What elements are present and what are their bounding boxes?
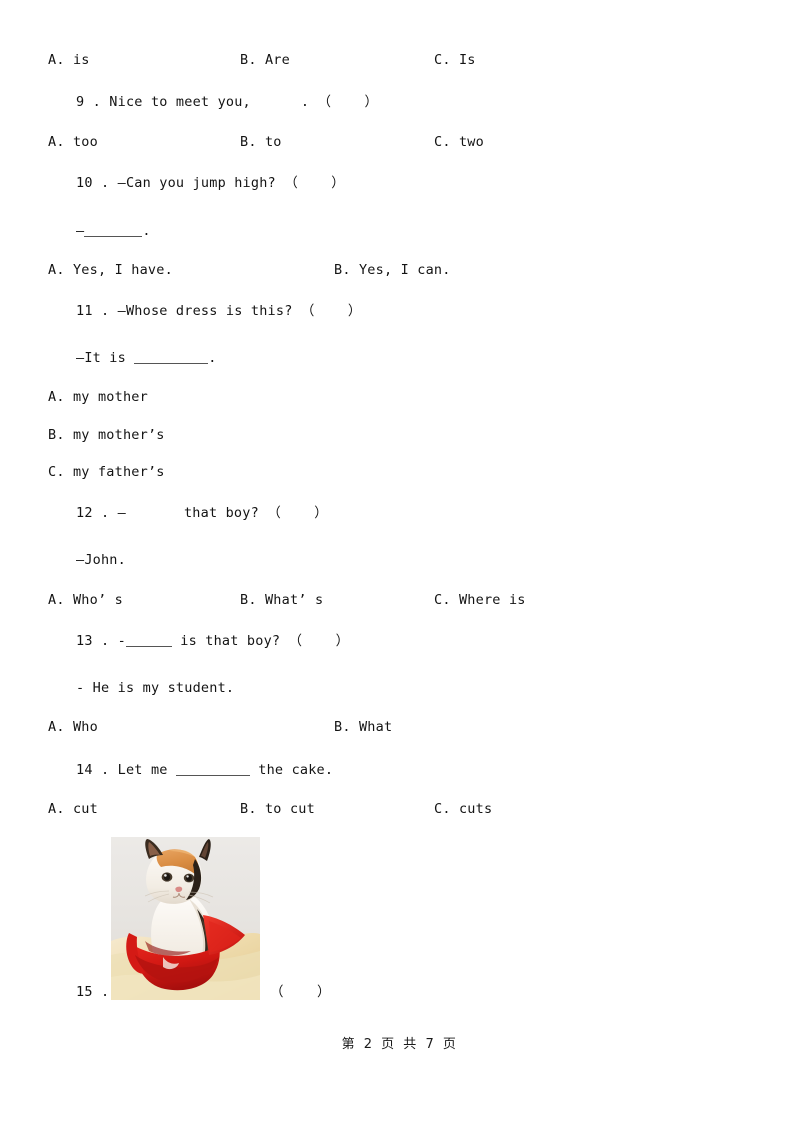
question-stem-11: 11 . —Whose dress is this? （ ） [76,303,362,319]
option-a: A. too [48,134,98,150]
answer-line-11-before: —It is [76,350,126,366]
fill-in-blank [134,352,209,364]
question-marker-15: （ ） [270,984,331,1000]
option-c: C. Is [434,52,476,68]
option-a: A. Who’ s [48,592,123,608]
option-a: A. is [48,52,90,68]
question-stem-12-after: that boy? （ ） [183,505,328,521]
fill-in-blank [125,635,172,647]
answer-line-11-after: . [208,350,217,366]
answer-line-10: —. [76,223,151,239]
question-stem-9-before: 9 . Nice to meet you, [76,94,251,110]
question-stem-12-before: 12 . — [76,505,126,521]
option-c: C. my father’s [48,464,165,480]
question-stem-13-after: is that boy? （ ） [180,633,350,649]
exam-page: A. is B. Are C. Is 9 . Nice to meet you,… [0,0,800,1132]
option-b: B. What [334,719,393,735]
fill-in-blank [84,225,143,237]
option-b: B. What’ s [240,592,324,608]
option-a: A. Who [48,719,98,735]
option-b: B. my mother’s [48,427,165,443]
option-a: A. cut [48,801,98,817]
option-c: C. cuts [434,801,493,817]
option-c: C. Where is [434,592,526,608]
question-stem-14-before: 14 . Let me [76,762,168,778]
question-stem-14-after: the cake. [258,762,334,778]
option-b: B. to cut [240,801,315,817]
question-stem-9: 9 . Nice to meet you, . （ ） [76,94,379,110]
answer-line-10-before: — [76,223,85,239]
option-b: B. Yes, I can. [334,262,451,278]
question-stem-13-before: 13 . - [76,633,126,649]
answer-line-10-after: . [142,223,151,239]
kitten-photo-illustration [111,837,260,1000]
answer-line-11: —It is . [76,350,217,366]
answer-line-13: - He is my student. [76,680,235,696]
fill-in-blank [175,764,250,776]
kitten-photo [111,837,260,1000]
option-c: C. two [434,134,484,150]
option-a: A. my mother [48,389,148,405]
option-b: B. Are [240,52,290,68]
question-stem-13: 13 . - is that boy? （ ） [76,633,350,649]
question-stem-12: 12 . — that boy? （ ） [76,505,328,521]
option-b: B. to [240,134,282,150]
question-stem-15: 15 . [76,984,110,1000]
option-a: A. Yes, I have. [48,262,173,278]
page-footer: 第 2 页 共 7 页 [341,1037,459,1052]
question-stem-14: 14 . Let me the cake. [76,762,334,778]
question-stem-10: 10 . —Can you jump high? （ ） [76,175,345,191]
question-stem-9-after: . （ ） [300,94,379,110]
answer-line-12: —John. [76,552,126,568]
